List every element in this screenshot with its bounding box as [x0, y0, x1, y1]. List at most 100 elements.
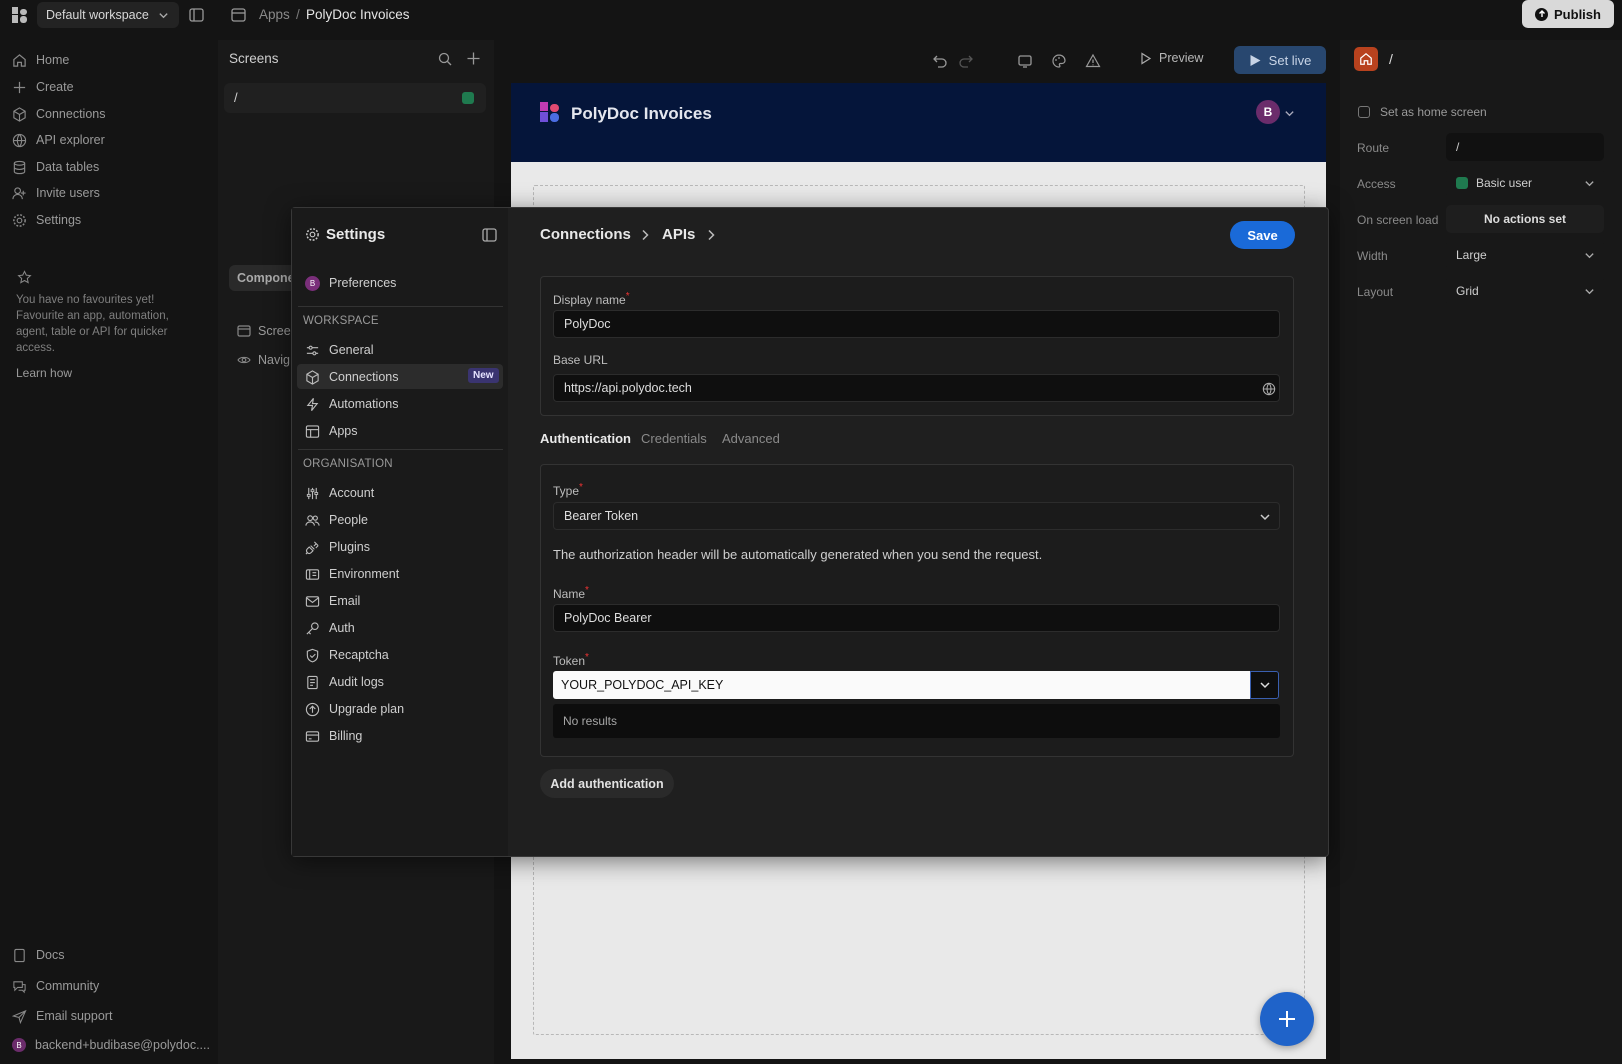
token-dropdown-button[interactable]: [1250, 671, 1279, 699]
breadcrumb-apis[interactable]: APIs: [662, 226, 695, 243]
preview-button[interactable]: Preview: [1139, 51, 1203, 65]
breadcrumb-app-name[interactable]: PolyDoc Invoices: [306, 7, 410, 22]
layout-value: Grid: [1456, 284, 1479, 298]
avatar[interactable]: B: [1256, 100, 1280, 124]
breadcrumb-separator: /: [296, 7, 300, 22]
save-button[interactable]: Save: [1230, 221, 1295, 249]
settings-item-email[interactable]: Email: [305, 590, 360, 612]
add-authentication-button[interactable]: Add authentication: [540, 769, 674, 798]
workspace-name: Default workspace: [46, 8, 149, 22]
add-screen-icon[interactable]: [466, 51, 481, 66]
base-url-input[interactable]: https://api.polydoc.tech: [553, 374, 1280, 402]
settings-item-audit-logs[interactable]: Audit logs: [305, 671, 384, 693]
nav-item-connections[interactable]: Connections: [12, 103, 106, 125]
app-title: PolyDoc Invoices: [571, 104, 712, 123]
tab-credentials[interactable]: Credentials: [641, 431, 707, 446]
settings-item-billing[interactable]: Billing: [305, 725, 362, 747]
upgrade-icon: [305, 702, 320, 716]
divider: [298, 449, 503, 450]
chevron-down-icon[interactable]: [1284, 108, 1295, 119]
settings-item-label: Billing: [329, 729, 363, 743]
tab-advanced[interactable]: Advanced: [722, 431, 780, 446]
screen-route: /: [234, 90, 238, 105]
theme-palette-icon[interactable]: [1051, 53, 1067, 69]
tab-authentication[interactable]: Authentication: [540, 431, 631, 446]
nav-item-create[interactable]: Create: [12, 76, 74, 98]
home-screen-label: Set as home screen: [1380, 105, 1487, 119]
components-tab[interactable]: Compone: [229, 265, 299, 291]
required-marker: *: [579, 482, 583, 493]
nav-label: Create: [36, 80, 74, 94]
nav-item-email-support[interactable]: Email support: [12, 1005, 112, 1027]
token-input[interactable]: YOUR_POLYDOC_API_KEY: [553, 671, 1250, 699]
tree-item-screen[interactable]: Scree: [237, 321, 291, 341]
workspace-select[interactable]: Default workspace: [37, 2, 179, 28]
display-name-input[interactable]: PolyDoc: [553, 310, 1280, 338]
publish-button[interactable]: Publish: [1522, 0, 1614, 28]
settings-item-connections[interactable]: Connections: [305, 366, 399, 388]
sidebar-toggle-icon[interactable]: [189, 8, 204, 22]
settings-item-recaptcha[interactable]: Recaptcha: [305, 644, 389, 666]
auth-type-select[interactable]: Bearer Token: [553, 502, 1280, 530]
credit-card-icon: [305, 730, 320, 742]
settings-item-automations[interactable]: Automations: [305, 393, 398, 415]
nav-item-settings[interactable]: Settings: [12, 209, 81, 231]
nav-item-home[interactable]: Home: [12, 49, 69, 71]
auth-type-value: Bearer Token: [564, 509, 639, 523]
environment-icon: [305, 568, 320, 580]
token-label-text: Token: [553, 654, 586, 668]
nav-item-invite-users[interactable]: Invite users: [12, 182, 100, 204]
screen-status-indicator: [462, 92, 474, 104]
user-email: backend+budibase@polydoc....: [35, 1038, 210, 1052]
settings-item-auth[interactable]: Auth: [305, 617, 355, 639]
width-value: Large: [1456, 248, 1487, 262]
collapse-sidebar-icon[interactable]: [482, 228, 497, 242]
screen-icon: [237, 325, 251, 337]
app-logo-icon: [539, 101, 561, 123]
learn-how-link[interactable]: Learn how: [16, 366, 72, 380]
breadcrumb-apps[interactable]: Apps: [259, 7, 290, 22]
redo-icon[interactable]: [958, 53, 974, 69]
user-account-row[interactable]: B backend+budibase@polydoc....: [12, 1038, 210, 1052]
gear-icon: [13, 213, 26, 227]
settings-item-environment[interactable]: Environment: [305, 563, 399, 585]
divider: [298, 306, 503, 307]
layout-select[interactable]: Grid: [1446, 277, 1604, 305]
route-input[interactable]: /: [1446, 133, 1604, 161]
mail-icon: [305, 595, 320, 607]
settings-item-people[interactable]: People: [305, 509, 368, 531]
nav-label: Docs: [36, 948, 65, 962]
settings-item-preferences[interactable]: B Preferences: [305, 272, 396, 294]
settings-item-general[interactable]: General: [305, 339, 373, 361]
auth-name-input[interactable]: PolyDoc Bearer: [553, 604, 1280, 632]
settings-item-label: Plugins: [329, 540, 370, 554]
home-screen-checkbox[interactable]: [1358, 106, 1370, 118]
breadcrumb-connections[interactable]: Connections: [540, 226, 631, 243]
undo-icon[interactable]: [932, 53, 948, 69]
on-screen-load-button[interactable]: No actions set: [1446, 205, 1604, 233]
settings-item-label: Email: [329, 594, 361, 608]
settings-item-plugins[interactable]: Plugins: [305, 536, 370, 558]
tree-item-navigation[interactable]: Navig: [237, 350, 290, 370]
screen-row[interactable]: /: [224, 83, 486, 113]
budibase-logo-icon[interactable]: [11, 6, 29, 24]
globe-icon: [12, 133, 27, 147]
nav-item-community[interactable]: Community: [12, 975, 99, 997]
search-icon[interactable]: [438, 52, 452, 66]
width-label: Width: [1357, 249, 1388, 263]
settings-item-apps[interactable]: Apps: [305, 420, 358, 442]
width-select[interactable]: Large: [1446, 241, 1604, 269]
token-no-results: No results: [553, 704, 1280, 738]
nav-item-data-tables[interactable]: Data tables: [12, 156, 99, 178]
nav-item-docs[interactable]: Docs: [12, 944, 64, 966]
warning-icon[interactable]: [1085, 53, 1101, 69]
add-component-button[interactable]: [1260, 992, 1314, 1046]
nav-item-api-explorer[interactable]: API explorer: [12, 129, 105, 151]
device-preview-icon[interactable]: [1017, 53, 1033, 69]
chevron-down-icon[interactable]: [1259, 511, 1271, 523]
set-live-button[interactable]: Set live: [1234, 46, 1326, 74]
access-select[interactable]: Basic user: [1446, 169, 1604, 197]
settings-item-upgrade-plan[interactable]: Upgrade plan: [305, 698, 404, 720]
settings-item-account[interactable]: Account: [305, 482, 374, 504]
avatar: B: [305, 275, 320, 291]
